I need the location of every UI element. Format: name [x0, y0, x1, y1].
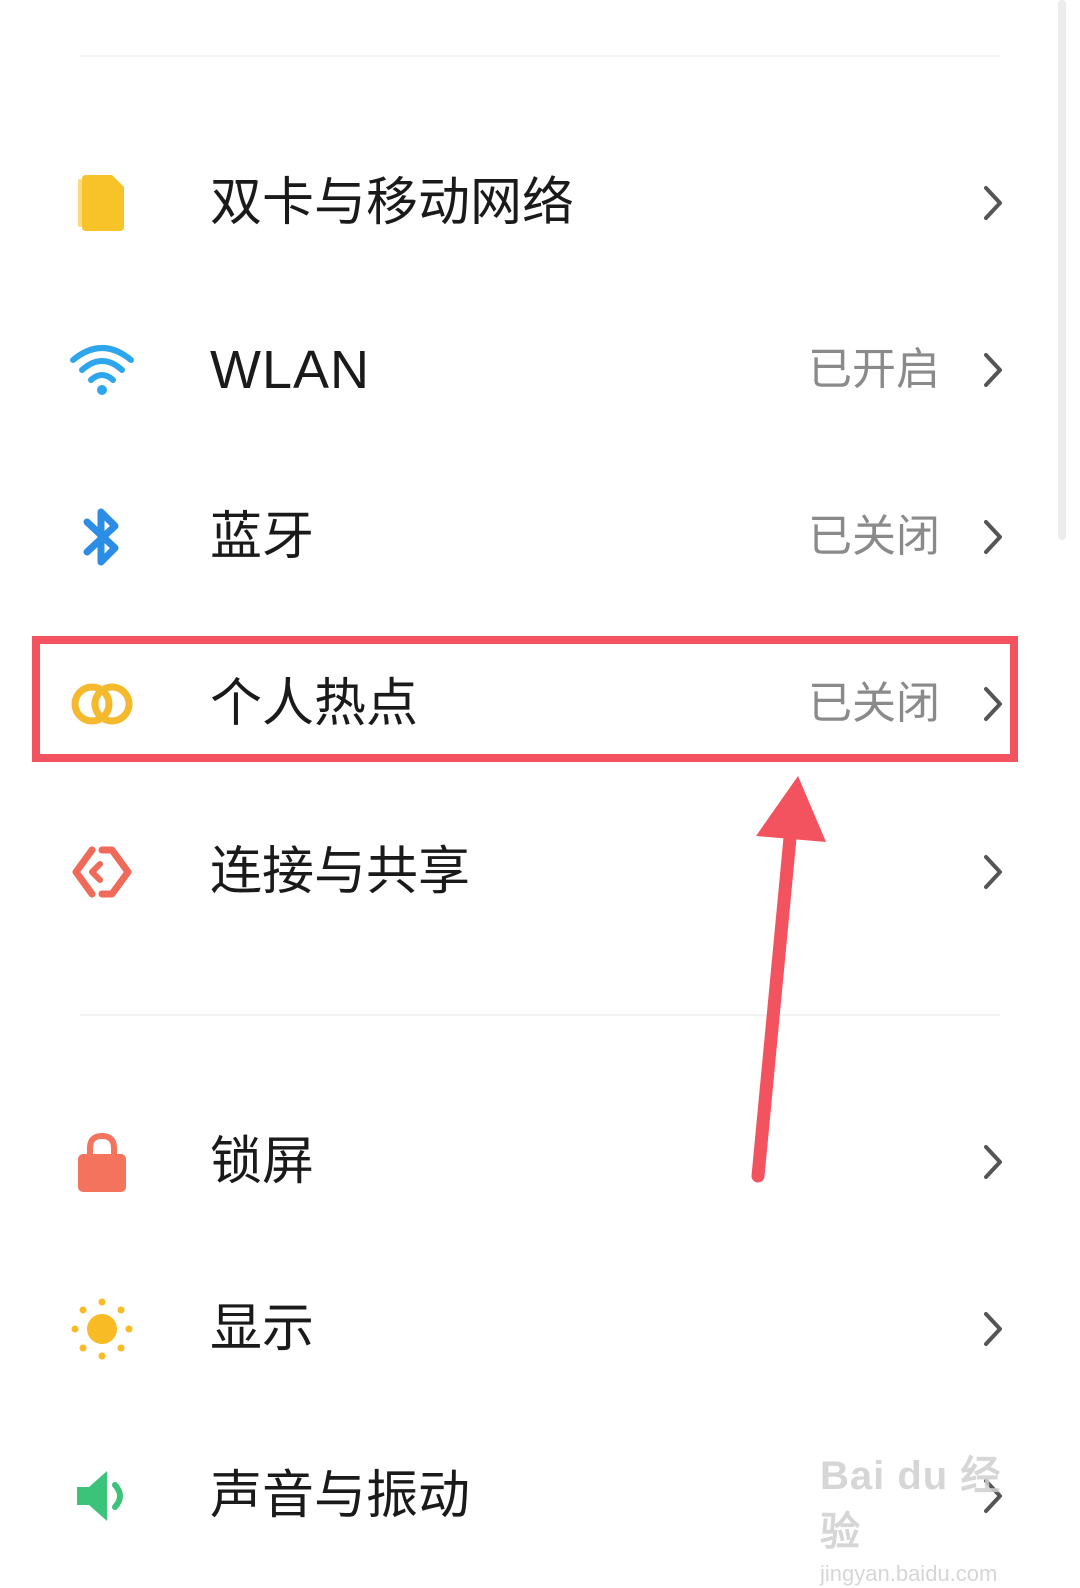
- watermark-site: jingyan.baidu.com: [820, 1561, 998, 1586]
- settings-item-bluetooth[interactable]: 蓝牙 已关闭: [0, 462, 1060, 612]
- section-divider-top: [80, 55, 1000, 57]
- settings-item-status: 已开启: [808, 344, 940, 395]
- settings-item-lock-screen[interactable]: 锁屏: [0, 1087, 1060, 1237]
- sun-icon: [62, 1294, 142, 1364]
- settings-item-label: 连接与共享: [210, 842, 471, 902]
- chevron-right-icon: [984, 855, 1002, 889]
- settings-item-label: 声音与振动: [210, 1466, 471, 1526]
- chevron-right-icon: [984, 520, 1002, 554]
- settings-item-dual-sim[interactable]: 双卡与移动网络: [0, 128, 1060, 278]
- chevron-right-icon: [984, 1145, 1002, 1179]
- chevron-right-icon: [984, 1312, 1002, 1346]
- wifi-icon: [62, 335, 142, 405]
- baidu-jingyan-watermark: Bai du 经验 jingyan.baidu.com: [820, 1448, 1030, 1586]
- settings-item-display[interactable]: 显示: [0, 1254, 1060, 1404]
- settings-item-label: 双卡与移动网络: [210, 173, 575, 233]
- bluetooth-icon: [62, 502, 142, 572]
- settings-item-status: 已关闭: [808, 511, 940, 562]
- settings-item-connection-share[interactable]: 连接与共享: [0, 797, 1060, 947]
- scrollbar[interactable]: [1058, 0, 1066, 540]
- highlight-box: [32, 636, 1018, 762]
- watermark-brand: Bai du 经验: [820, 1454, 1002, 1554]
- section-divider: [80, 1014, 1000, 1016]
- connection-share-icon: [62, 837, 142, 907]
- chevron-right-icon: [984, 353, 1002, 387]
- settings-item-label: 显示: [210, 1299, 315, 1359]
- lock-icon: [62, 1127, 142, 1197]
- settings-item-label: WLAN: [210, 340, 371, 400]
- speaker-icon: [62, 1461, 142, 1531]
- settings-item-label: 锁屏: [210, 1132, 315, 1192]
- settings-item-label: 蓝牙: [210, 507, 315, 567]
- settings-item-wlan[interactable]: WLAN 已开启: [0, 295, 1060, 445]
- sim-card-icon: [62, 168, 142, 238]
- chevron-right-icon: [984, 186, 1002, 220]
